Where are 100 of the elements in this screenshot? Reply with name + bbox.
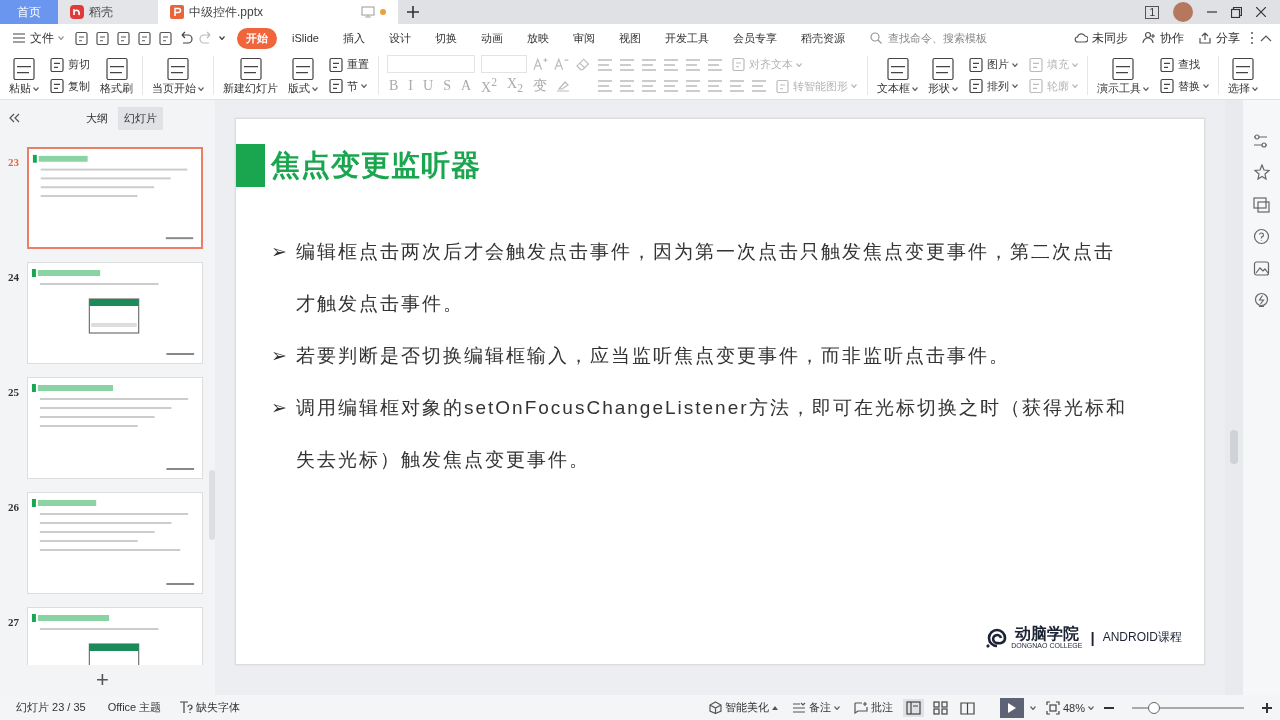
slideshow-button[interactable] <box>999 697 1024 718</box>
document-icon <box>74 30 89 46</box>
ribbon-tab[interactable]: 会员专享 <box>723 27 786 49</box>
toolbar-button[interactable]: 分享 <box>1194 27 1244 49</box>
ribbon-tab[interactable]: 放映 <box>517 27 558 49</box>
document-icon <box>328 56 344 73</box>
collapse-icon[interactable] <box>1260 34 1272 42</box>
scrollbar-thumb[interactable] <box>1230 430 1238 464</box>
comments-button[interactable]: 批注 <box>849 698 897 717</box>
ribbon-tab[interactable]: 审阅 <box>563 27 604 49</box>
text-lines-icon <box>641 57 657 72</box>
document-icon <box>12 57 36 81</box>
bullet-marker: ➢ <box>271 240 289 264</box>
panel-tab[interactable]: 幻灯片 <box>118 106 163 130</box>
slide-number: 24 <box>7 270 20 285</box>
image-icon[interactable] <box>1253 260 1270 277</box>
tab[interactable]: 中级控件.pptx <box>158 0 398 24</box>
beautify-button[interactable]: 智能美化 <box>704 698 782 717</box>
ribbon-button[interactable]: 替换 <box>1157 77 1211 96</box>
notes-button[interactable]: 备注 <box>787 698 844 717</box>
ribbon-button[interactable]: 形状 <box>923 52 963 99</box>
slide-thumbnail[interactable] <box>27 147 203 249</box>
document-icon <box>1028 56 1044 73</box>
ribbon-button[interactable]: 图片 <box>966 55 1020 74</box>
help-icon[interactable] <box>1253 228 1270 245</box>
sliders-icon[interactable] <box>1253 132 1270 149</box>
avatar[interactable] <box>1173 2 1193 22</box>
divider-text: | <box>1090 629 1095 646</box>
bullet-text: 编辑框点击两次后才会触发点击事件，因为第一次点击只触发焦点变更事件，第二次点击才触发点击事件。 <box>296 240 1116 316</box>
text-lines-icon <box>685 79 701 94</box>
notes-icon <box>791 701 806 714</box>
add-slide-button[interactable]: + <box>96 667 109 693</box>
ribbon-button[interactable]: 重置 <box>326 55 371 74</box>
ribbon-button[interactable]: 排列 <box>966 77 1020 96</box>
count-badge[interactable]: 1 <box>1145 5 1159 19</box>
text-lines-icon <box>663 79 679 94</box>
ribbon-tab[interactable]: 开发工具 <box>655 27 718 49</box>
text-lines-icon <box>597 79 613 94</box>
slide-number: 26 <box>7 500 20 515</box>
ribbon-button[interactable]: 文本框 <box>872 52 923 99</box>
document-icon <box>1159 78 1175 95</box>
star-icon[interactable] <box>1253 164 1270 181</box>
ribbon-button[interactable]: 当页开始 <box>147 52 209 99</box>
ribbon-button[interactable]: 查找 <box>1157 55 1211 74</box>
cloud-icon <box>1074 31 1088 45</box>
caret-icon <box>361 84 367 89</box>
caret-icon <box>1029 705 1036 710</box>
missing-font-button[interactable]: 缺失字体 <box>175 698 245 717</box>
text-lines-icon <box>663 57 679 72</box>
collapse-left-icon[interactable] <box>8 113 20 123</box>
close-icon[interactable] <box>1256 7 1266 17</box>
ribbon-tab[interactable]: 设计 <box>379 27 420 49</box>
bullet-marker: ➢ <box>271 344 289 368</box>
undo-icon[interactable] <box>179 31 193 45</box>
ribbon-button[interactable]: 复制 <box>47 77 92 96</box>
text-lines-icon <box>707 57 723 72</box>
caret-icon <box>912 86 918 91</box>
caret-icon <box>952 86 958 91</box>
tab[interactable]: 稻壳 <box>58 0 158 24</box>
document-icon <box>158 30 173 46</box>
ribbon-button[interactable]: 节 <box>326 77 371 96</box>
caret-icon <box>1203 84 1209 89</box>
ribbon-button[interactable]: 版式 <box>283 52 323 99</box>
ribbon-tab[interactable]: iSlide <box>283 29 328 47</box>
title-bar <box>236 144 265 187</box>
toolbar-button[interactable]: 协作 <box>1138 27 1188 49</box>
app-logo-icon <box>70 5 84 19</box>
document-icon <box>731 57 746 73</box>
search-field[interactable]: 查找命令、搜索模板 <box>869 31 1016 45</box>
ribbon-button[interactable]: 选择 <box>1223 52 1263 99</box>
caret-icon <box>1072 84 1078 89</box>
plus-icon[interactable] <box>407 6 419 18</box>
zoom-in-icon[interactable] <box>1262 702 1272 713</box>
more-icon[interactable] <box>1250 31 1254 45</box>
ribbon-button[interactable]: 新建幻灯片 <box>218 52 283 99</box>
font-size-field[interactable] <box>481 55 528 74</box>
ribbon-tab[interactable]: 视图 <box>609 27 650 49</box>
ribbon-tab[interactable]: 插入 <box>333 27 374 49</box>
caret-icon <box>33 86 39 91</box>
caret-icon <box>796 62 802 67</box>
document-icon <box>1159 56 1175 73</box>
ribbon-button[interactable]: 粘贴 <box>4 52 44 99</box>
ribbon-tab[interactable]: 切换 <box>425 27 466 49</box>
ribbon-button[interactable]: 演示工具 <box>1092 52 1154 99</box>
toolbar-button[interactable]: 未同步 <box>1070 27 1132 49</box>
ribbon-tab[interactable]: 稻壳资源 <box>791 27 854 49</box>
caret-icon <box>1252 86 1258 91</box>
zoom-button[interactable]: 48% <box>1041 698 1098 717</box>
ribbon-button[interactable]: 格式刷 <box>95 52 138 99</box>
window-icon[interactable] <box>1253 196 1270 213</box>
ribbon-button[interactable]: 剪切 <box>47 55 92 74</box>
document-icon <box>885 57 910 81</box>
document-icon <box>328 78 344 95</box>
text-lines-icon <box>641 79 657 94</box>
slider-thumb[interactable] <box>1148 701 1161 714</box>
ribbon-tab[interactable]: 动画 <box>471 27 512 49</box>
font-name-field[interactable] <box>387 55 476 74</box>
restore-icon[interactable] <box>1231 6 1242 18</box>
file-menu[interactable]: 文件 <box>8 27 68 49</box>
panel-tab[interactable]: 大纲 <box>80 106 114 130</box>
